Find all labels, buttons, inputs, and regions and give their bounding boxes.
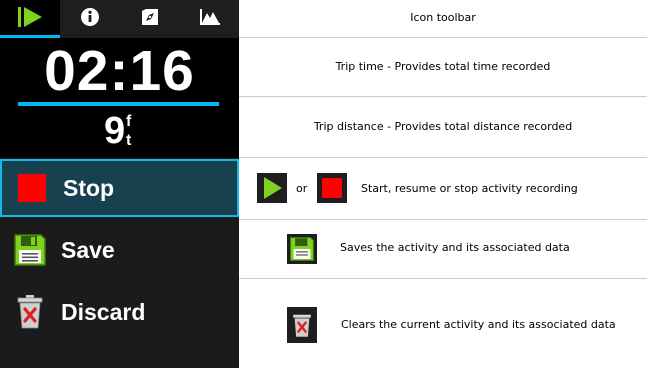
description-toolbar: Icon toolbar	[410, 11, 476, 24]
description-trip-time: Trip time - Provides total time recorded	[335, 60, 551, 73]
description-row-trip-time: Trip time - Provides total time recorded	[239, 38, 647, 97]
trip-readout: 02:16 9 f t	[0, 38, 239, 158]
floppy-disk-icon	[13, 233, 47, 267]
save-button[interactable]: Save	[0, 221, 239, 279]
stop-label: Stop	[63, 174, 115, 201]
device-screen: 02:16 9 f t Stop Save Discard	[0, 0, 239, 368]
distance-unit-bottom: t	[126, 132, 132, 149]
tab-info[interactable]	[60, 0, 120, 38]
compass-icon	[140, 7, 160, 31]
trip-time-divider	[18, 102, 219, 106]
description-record: Start, resume or stop activity recording	[361, 182, 578, 195]
distance-unit-top: f	[126, 113, 132, 130]
floppy-disk-icon-sample	[287, 234, 317, 264]
description-row-record: or Start, resume or stop activity record…	[239, 158, 647, 220]
description-or: or	[296, 182, 308, 195]
elevation-icon	[199, 8, 221, 30]
trip-time-value: 02:16	[44, 39, 195, 103]
description-row-toolbar: Icon toolbar	[239, 0, 647, 38]
description-row-trip-distance: Trip distance - Provides total distance …	[239, 97, 647, 158]
save-label: Save	[61, 236, 115, 263]
description-row-save: Saves the activity and its associated da…	[239, 220, 647, 279]
description-discard: Clears the current activity and its asso…	[341, 318, 616, 331]
description-save: Saves the activity and its associated da…	[340, 241, 570, 254]
trash-icon-sample	[287, 307, 317, 343]
stop-button[interactable]: Stop	[0, 159, 239, 217]
tab-elevation[interactable]	[180, 0, 240, 38]
trash-icon	[13, 295, 47, 329]
play-icon-sample	[257, 173, 287, 203]
tab-activity[interactable]	[0, 0, 60, 38]
description-trip-distance: Trip distance - Provides total distance …	[313, 120, 573, 133]
trip-distance-value: 9	[104, 110, 126, 152]
info-icon	[80, 7, 100, 31]
icon-toolbar	[0, 0, 239, 38]
tab-compass[interactable]	[120, 0, 180, 38]
stop-icon	[15, 171, 49, 205]
discard-button[interactable]: Discard	[0, 283, 239, 341]
play-icon	[17, 6, 43, 32]
stop-icon-sample	[317, 173, 347, 203]
description-table: Icon toolbar Trip time - Provides total …	[239, 0, 647, 368]
description-row-discard: Clears the current activity and its asso…	[239, 279, 647, 368]
discard-label: Discard	[61, 298, 146, 325]
